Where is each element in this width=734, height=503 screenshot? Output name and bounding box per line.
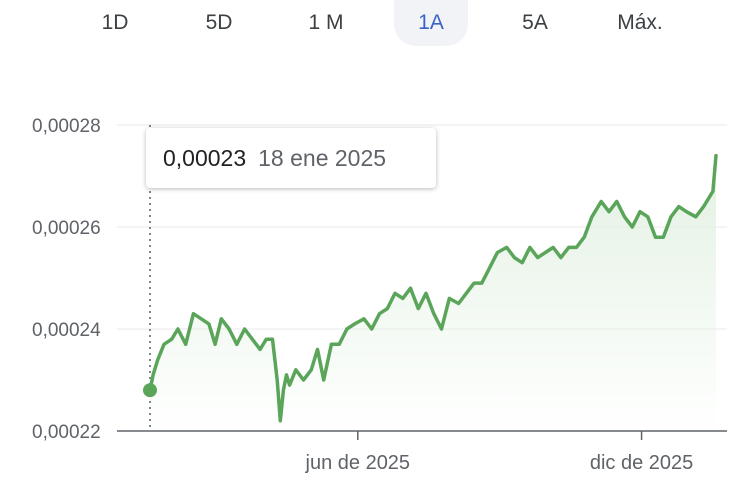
y-tick-label: 0,00024 [32,320,101,341]
y-tick-label: 0,00028 [32,116,101,137]
x-tick-label: jun de 2025 [305,452,411,474]
series-area [150,155,716,431]
tooltip-value: 0,00023 [163,145,247,171]
hover-tooltip: 0,00023 18 ene 2025 [146,128,436,188]
tooltip-date: 18 ene 2025 [258,145,387,171]
price-chart[interactable]: 0,00022 0,00024 0,00026 0,00028 jun de 2025 d… [0,0,734,503]
y-tick-label: 0,00026 [32,218,101,239]
x-tick-label: dic de 2025 [590,452,693,474]
y-tick-label: 0,00022 [32,422,101,443]
hover-point [143,383,157,398]
